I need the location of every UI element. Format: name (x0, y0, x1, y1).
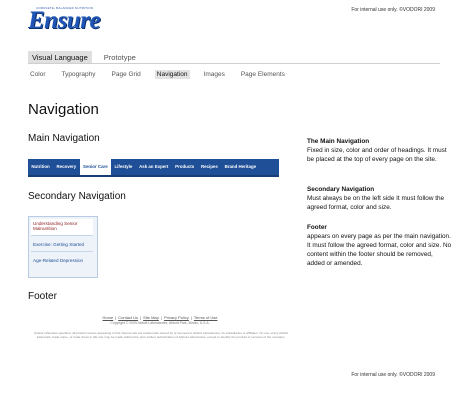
footer-link-site-map[interactable]: Site Map (143, 315, 159, 320)
secondary-nav-item-depression[interactable]: Age-Related Depression (31, 254, 93, 268)
main-nav-nutrition[interactable]: Nutrition (28, 159, 53, 175)
footer-description: Footer appears on every page as per the … (307, 223, 452, 268)
footer-link-privacy-policy[interactable]: Privacy Policy (164, 315, 189, 320)
footer-copyright: Copyright © 2009 Abbott Laboratories, Ab… (110, 321, 210, 325)
footer-link-terms-of-use[interactable]: Terms of Use (194, 315, 218, 320)
subnav-images[interactable]: Images (202, 70, 227, 79)
secondary-nav-item-exercise[interactable]: Exercise: Getting Started (31, 238, 93, 252)
footer-links: Home | Contact Us | Site Map | Privacy P… (102, 315, 218, 320)
main-nav-ask-an-expert[interactable]: Ask an Expert (136, 159, 172, 175)
main-nav-lifestyle[interactable]: Lifestyle (111, 159, 136, 175)
subnav-navigation[interactable]: Navigation (154, 70, 190, 79)
main-navigation-bar: Nutrition Recovery Senior Care Lifestyle… (28, 159, 279, 177)
footer-link-contact-us[interactable]: Contact Us (118, 315, 138, 320)
secondary-navigation-description: Secondary Navigation Must always be on t… (307, 185, 452, 212)
tab-divider (28, 63, 440, 64)
secondary-navigation-heading: Secondary Navigation (28, 191, 126, 202)
footer-link-home[interactable]: Home (103, 315, 114, 320)
ensure-logo: Ensure (28, 7, 101, 34)
subnav-typography[interactable]: Typography (60, 70, 98, 79)
footer-description-body: appears on every page as per the main na… (307, 233, 452, 267)
main-navigation-description-title: The Main Navigation (307, 138, 370, 145)
main-nav-senior-care[interactable]: Senior Care (79, 159, 112, 175)
secondary-navigation-box: Understanding Senior Malnutrition Exerci… (28, 216, 98, 278)
page-title: Navigation (28, 101, 99, 118)
subnav-page-grid[interactable]: Page Grid (110, 70, 143, 79)
internal-use-note-top: For internal use only. ©VODORI 2009 (351, 7, 435, 13)
main-navigation-description-body: Fixed in size, color and order of headin… (307, 147, 447, 163)
footer-description-title: Footer (307, 224, 327, 231)
main-nav-recipes[interactable]: Recipes (198, 159, 222, 175)
main-nav-recovery[interactable]: Recovery (53, 159, 80, 175)
subnav-color[interactable]: Color (28, 70, 48, 79)
secondary-nav-item-malnutrition[interactable]: Understanding Senior Malnutrition (31, 219, 93, 236)
secondary-navigation-description-title: Secondary Navigation (307, 186, 375, 193)
main-nav-products[interactable]: Products (172, 159, 198, 175)
subnav-page-elements[interactable]: Page Elements (239, 70, 287, 79)
footer-heading: Footer (28, 291, 57, 302)
internal-use-note-bottom: For internal use only. ©VODORI 2009 (351, 372, 435, 378)
footer-legal-text: Unless otherwise specified, all product … (33, 331, 289, 339)
main-navigation-description: The Main Navigation Fixed in size, color… (307, 137, 452, 164)
main-nav-brand-heritage[interactable]: Brand Heritage (221, 159, 259, 175)
section-subnav: Color Typography Page Grid Navigation Im… (28, 70, 299, 79)
main-navigation-heading: Main Navigation (28, 133, 100, 144)
secondary-navigation-description-body: Must always be on the left side It must … (307, 195, 445, 211)
